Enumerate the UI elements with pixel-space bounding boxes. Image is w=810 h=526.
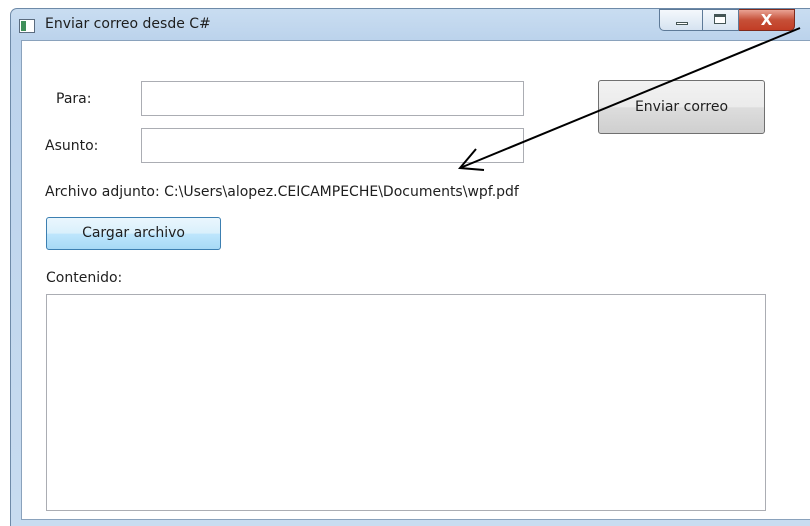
send-email-button[interactable]: Enviar correo <box>598 80 765 134</box>
maximize-button[interactable] <box>703 9 739 31</box>
para-input[interactable] <box>141 81 524 116</box>
maximize-icon <box>714 14 726 24</box>
asunto-label: Asunto: <box>45 138 99 154</box>
load-file-button[interactable]: Cargar archivo <box>46 217 221 250</box>
minimize-button[interactable] <box>659 9 703 31</box>
caption-buttons: X <box>659 9 795 35</box>
minimize-icon <box>676 22 688 25</box>
title-bar[interactable]: Enviar correo desde C# X <box>11 9 810 40</box>
window-title: Enviar correo desde C# <box>45 16 211 32</box>
app-window: Enviar correo desde C# X Para: Asunto: E… <box>10 8 810 526</box>
app-icon[interactable] <box>19 19 35 33</box>
para-label: Para: <box>56 91 92 107</box>
contenido-textarea[interactable] <box>46 294 766 511</box>
client-area: Para: Asunto: Enviar correo Archivo adju… <box>21 40 810 520</box>
close-button[interactable]: X <box>739 9 795 31</box>
close-icon: X <box>760 11 773 29</box>
contenido-label: Contenido: <box>46 270 123 286</box>
asunto-input[interactable] <box>141 128 524 163</box>
attachment-path: Archivo adjunto: C:\Users\alopez.CEICAMP… <box>45 184 519 200</box>
